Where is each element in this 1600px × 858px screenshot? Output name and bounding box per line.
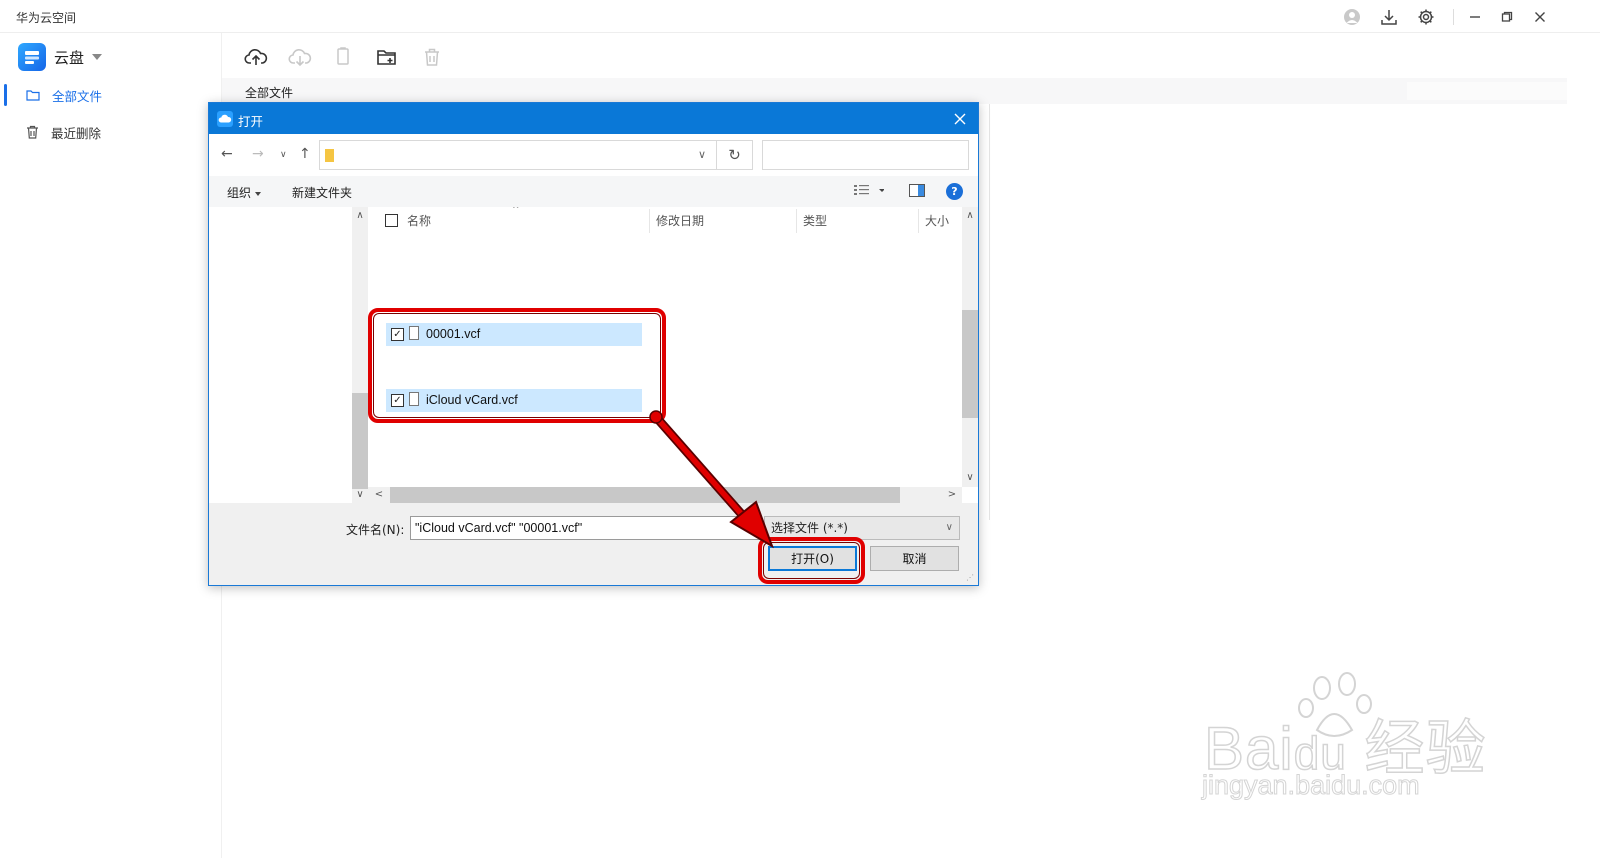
file-name: iCloud vCard.vcf bbox=[426, 393, 518, 407]
preview-pane-icon[interactable] bbox=[909, 184, 925, 200]
new-folder-button[interactable]: 新建文件夹 bbox=[292, 184, 352, 201]
organize-menu[interactable]: 组织 bbox=[227, 184, 262, 201]
dialog-close-icon[interactable] bbox=[950, 109, 970, 129]
file-list: ^ 名称 修改日期 类型 大小 ✓ 00001.vcf ✓ iCloud vCa… bbox=[368, 207, 962, 487]
sidebar-item-recently-deleted[interactable]: 最近删除 bbox=[0, 117, 222, 147]
file-type-select[interactable]: 选择文件 (*.*) ∨ bbox=[764, 516, 960, 540]
filename-label: 文件名(N): bbox=[346, 523, 405, 537]
cloud-app-icon bbox=[217, 111, 233, 127]
breadcrumb-item[interactable]: 全部文件 bbox=[245, 84, 293, 101]
scroll-left-icon[interactable]: < bbox=[371, 489, 387, 500]
file-checkbox[interactable]: ✓ bbox=[391, 394, 404, 407]
download-icon[interactable] bbox=[1378, 6, 1400, 28]
forward-arrow-icon[interactable]: → bbox=[252, 146, 264, 162]
file-row[interactable]: ✓ 00001.vcf bbox=[386, 323, 642, 346]
copy-icon bbox=[330, 44, 356, 70]
settings-gear-icon[interactable] bbox=[1415, 6, 1437, 28]
scrollbar-thumb[interactable] bbox=[352, 393, 368, 489]
address-bar[interactable]: ∨ bbox=[319, 140, 717, 170]
file-row[interactable]: ✓ iCloud vCard.vcf bbox=[386, 389, 642, 412]
file-list-edge bbox=[978, 104, 990, 520]
sidebar-item-all-files[interactable]: 全部文件 bbox=[0, 80, 222, 110]
scroll-up-icon[interactable]: ∧ bbox=[352, 210, 368, 221]
search-input[interactable] bbox=[762, 140, 969, 170]
open-button[interactable]: 打开(O) bbox=[768, 546, 857, 571]
file-icon bbox=[409, 326, 419, 340]
chevron-down-icon bbox=[92, 54, 103, 60]
chevron-down-icon[interactable]: ∨ bbox=[698, 148, 706, 161]
download-cloud-icon bbox=[287, 44, 313, 70]
cloud-drive-logo-icon bbox=[18, 43, 46, 71]
file-list-horizontal-scrollbar[interactable]: < > bbox=[368, 487, 962, 503]
scroll-right-icon[interactable]: > bbox=[944, 489, 960, 500]
cancel-button[interactable]: 取消 bbox=[870, 546, 959, 571]
dialog-footer: 文件名(N): "iCloud vCard.vcf" "00001.vcf" 选… bbox=[209, 503, 978, 585]
column-header-type[interactable]: 类型 bbox=[803, 207, 827, 235]
file-checkbox[interactable]: ✓ bbox=[391, 328, 404, 341]
user-avatar-icon[interactable] bbox=[1341, 6, 1363, 28]
select-all-checkbox[interactable] bbox=[385, 214, 398, 227]
file-name: 00001.vcf bbox=[426, 327, 481, 341]
brand-switcher[interactable]: 云盘 bbox=[18, 43, 103, 71]
column-header-name[interactable]: 名称 bbox=[407, 207, 431, 235]
baidu-jingyan-watermark: Baidu 经验 jingyan.baidu.com bbox=[1200, 670, 1500, 820]
app-title: 华为云空间 bbox=[16, 11, 77, 25]
sidebar: 云盘 全部文件 最近删除 bbox=[0, 33, 222, 858]
column-divider[interactable] bbox=[918, 209, 919, 233]
app-titlebar: 华为云空间 bbox=[0, 0, 1600, 33]
scroll-up-icon[interactable]: ∧ bbox=[962, 210, 978, 221]
sidebar-item-label: 全部文件 bbox=[52, 88, 103, 104]
dialog-command-bar: 组织 新建文件夹 ? bbox=[209, 176, 978, 207]
organize-label: 组织 bbox=[227, 186, 252, 200]
dialog-titlebar[interactable]: 打开 bbox=[209, 103, 978, 134]
file-icon bbox=[409, 392, 419, 406]
breadcrumb: 全部文件 bbox=[222, 78, 1567, 104]
column-header-area bbox=[1407, 82, 1567, 100]
dialog-title: 打开 bbox=[238, 114, 264, 129]
scrollbar-thumb[interactable] bbox=[390, 487, 900, 503]
column-header-size[interactable]: 大小 bbox=[925, 207, 949, 235]
delete-icon bbox=[419, 44, 445, 70]
upload-icon[interactable] bbox=[243, 44, 269, 70]
view-options-icon[interactable] bbox=[854, 183, 885, 200]
column-divider[interactable] bbox=[796, 209, 797, 233]
back-arrow-icon[interactable]: ← bbox=[221, 146, 233, 162]
restore-icon[interactable] bbox=[1496, 6, 1518, 28]
scrollbar-thumb[interactable] bbox=[962, 310, 978, 418]
filename-input[interactable]: "iCloud vCard.vcf" "00001.vcf" bbox=[410, 516, 760, 540]
navigation-pane[interactable] bbox=[209, 207, 352, 503]
folder-icon bbox=[26, 90, 40, 101]
file-type-value: 选择文件 (*.*) bbox=[771, 521, 848, 535]
minimize-icon[interactable] bbox=[1464, 6, 1486, 28]
resize-grip-icon[interactable]: ⋰ bbox=[966, 573, 976, 583]
refresh-icon[interactable]: ↻ bbox=[717, 140, 753, 170]
sidebar-item-label: 最近删除 bbox=[51, 125, 102, 141]
dialog-navigation-row: ← → ∨ ↑ ∨ ↻ bbox=[209, 134, 978, 176]
close-window-icon[interactable] bbox=[1529, 6, 1551, 28]
file-list-vertical-scrollbar[interactable]: ∧ ∨ bbox=[962, 207, 978, 487]
sort-ascending-icon: ^ bbox=[512, 207, 520, 215]
new-folder-icon[interactable] bbox=[374, 44, 400, 70]
navigation-pane-scrollbar[interactable]: ∧ ∨ bbox=[352, 207, 368, 503]
trash-icon bbox=[27, 125, 38, 139]
scroll-down-icon[interactable]: ∨ bbox=[962, 472, 978, 483]
caret-down-icon bbox=[255, 191, 262, 196]
recent-locations-chevron-icon[interactable]: ∨ bbox=[280, 150, 287, 160]
scroll-down-icon[interactable]: ∨ bbox=[352, 489, 368, 500]
open-file-dialog: 打开 ← → ∨ ↑ ∨ ↻ 组织 新建文件夹 ? ∧ ∨ ^ 名称 修改日期 … bbox=[208, 102, 979, 586]
help-icon[interactable]: ? bbox=[946, 183, 963, 200]
chevron-down-icon: ∨ bbox=[945, 522, 953, 533]
folder-icon bbox=[325, 149, 334, 162]
brand-name: 云盘 bbox=[54, 48, 85, 67]
titlebar-divider bbox=[1453, 9, 1454, 25]
watermark-sub-text: jingyan.baidu.com bbox=[1202, 770, 1421, 801]
up-arrow-icon[interactable]: ↑ bbox=[299, 146, 311, 162]
column-divider[interactable] bbox=[649, 209, 650, 233]
column-header-date-modified[interactable]: 修改日期 bbox=[656, 207, 704, 235]
